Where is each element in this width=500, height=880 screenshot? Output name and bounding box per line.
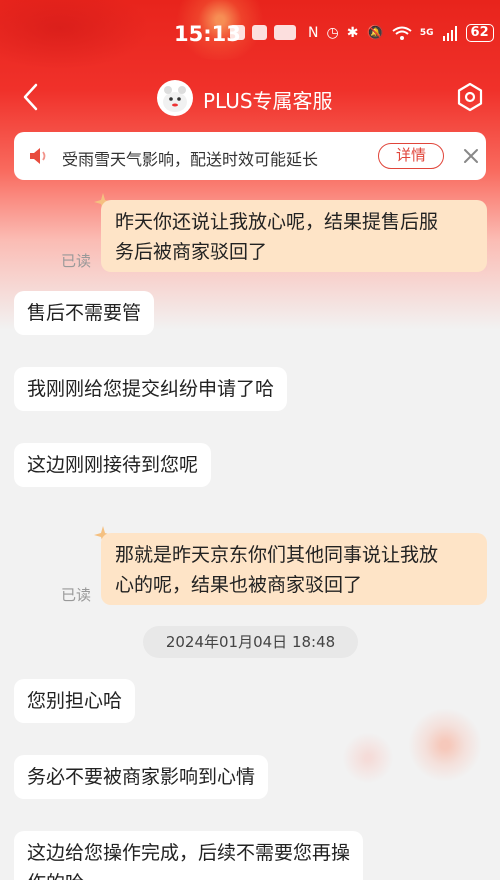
message-line: 作的哈 <box>27 868 350 880</box>
message-bubble-agent[interactable]: 务必不要被商家影响到心情 <box>14 755 269 799</box>
detail-button[interactable]: 详情 <box>378 143 444 169</box>
network-label: 5G <box>419 28 434 38</box>
speaker-icon <box>30 148 46 164</box>
message-line: 昨天你还说让我放心呢，结果提售后服 <box>115 211 439 233</box>
app-notification-icon <box>230 25 245 40</box>
settings-icon[interactable] <box>455 82 485 112</box>
message-bubble-agent[interactable]: 我刚刚给您提交纠纷申请了哈 <box>14 367 288 411</box>
chat-timestamp: 2024年01月04日 18:48 <box>143 626 358 658</box>
close-icon[interactable] <box>460 145 482 167</box>
status-bar: 15:13 N ◷ ✱ 🔕 5G 62 <box>0 0 500 60</box>
read-status: 已读 <box>61 252 92 270</box>
app-notification-icon <box>252 25 267 40</box>
wifi-icon <box>392 26 412 40</box>
message-bubble-agent[interactable]: 这边给您操作完成，后续不需要您再操 作的哈 <box>14 831 364 880</box>
bluetooth-icon: ✱ <box>346 25 359 41</box>
message-line: 那就是昨天京东你们其他同事说让我放 <box>115 544 439 566</box>
nfc-icon: N <box>308 25 319 41</box>
alarm-icon: ◷ <box>326 25 339 41</box>
signal-icon <box>442 25 457 41</box>
firework-decoration <box>338 728 398 788</box>
page-title: PLUS专属客服 <box>203 89 333 113</box>
app-notification-icon <box>274 25 296 40</box>
message-bubble-self[interactable]: 昨天你还说让我放心呢，结果提售后服 务后被商家驳回了 <box>101 200 487 272</box>
message-line: 务后被商家驳回了 <box>115 241 268 263</box>
avatar[interactable] <box>157 80 193 116</box>
firework-decoration <box>405 705 485 785</box>
message-bubble-self[interactable]: 那就是昨天京东你们其他同事说让我放 心的呢，结果也被商家驳回了 <box>101 533 487 605</box>
message-bubble-agent[interactable]: 售后不需要管 <box>14 291 155 335</box>
message-line: 这边给您操作完成，后续不需要您再操 <box>27 842 351 864</box>
notice-bar: 受雨雪天气影响，配送时效可能延长 详情 <box>14 132 486 180</box>
back-icon[interactable] <box>20 82 44 112</box>
mute-icon: 🔕 <box>366 25 384 41</box>
notification-icons <box>230 25 296 40</box>
nav-bar: PLUS专属客服 <box>0 72 500 124</box>
message-bubble-agent[interactable]: 您别担心哈 <box>14 679 136 723</box>
message-line: 心的呢，结果也被商家驳回了 <box>115 574 363 596</box>
message-bubble-agent[interactable]: 这边刚刚接待到您呢 <box>14 443 212 487</box>
system-status: N ◷ ✱ 🔕 5G 62 <box>308 24 494 42</box>
read-status: 已读 <box>61 586 92 604</box>
notice-text: 受雨雪天气影响，配送时效可能延长 <box>62 150 319 169</box>
battery-indicator: 62 <box>465 24 494 42</box>
